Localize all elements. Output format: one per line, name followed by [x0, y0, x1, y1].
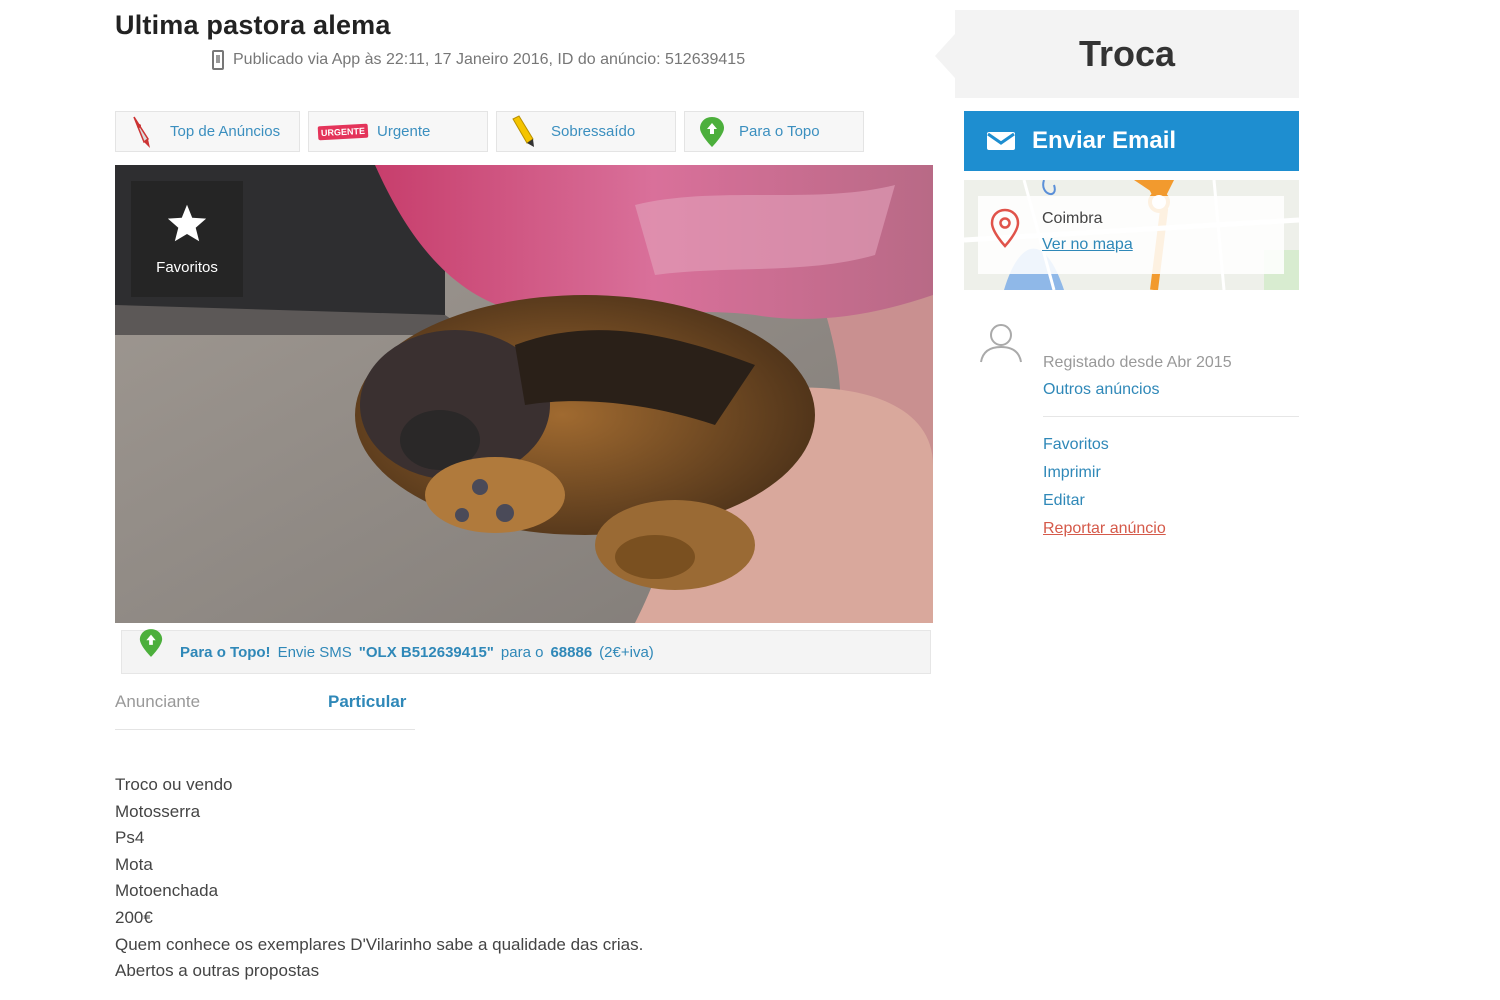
location-pin-icon	[990, 208, 1020, 253]
promotion-bar: Top de Anúncios URGENTE Urgente Sobressa…	[115, 111, 864, 152]
highlighter-icon	[507, 114, 541, 149]
divider	[1043, 416, 1299, 417]
location-city: Coimbra	[1042, 210, 1103, 227]
promo-urgente-button[interactable]: URGENTE Urgente	[308, 111, 488, 152]
sms-text: Envie SMS	[277, 643, 352, 661]
rocket-icon	[126, 115, 160, 149]
add-favorite-link[interactable]: Favoritos	[1043, 436, 1166, 456]
sms-text: para o	[500, 643, 544, 661]
favorite-button[interactable]: Favoritos	[131, 181, 243, 297]
send-email-label: Enviar Email	[1032, 127, 1177, 154]
map-pin-up-icon	[138, 627, 164, 663]
ad-description: Troco ou vendo Motosserra Ps4 Mota Motoe…	[115, 772, 643, 985]
advertiser-value: Particular	[328, 692, 407, 711]
promo-label: Sobressaído	[551, 123, 636, 140]
promo-sobressaido-button[interactable]: Sobressaído	[496, 111, 676, 152]
favorite-label: Favoritos	[156, 258, 218, 276]
ad-meta: Publicado via App às 22:11, 17 Janeiro 2…	[212, 50, 745, 70]
promo-top-anuncios-button[interactable]: Top de Anúncios	[115, 111, 300, 152]
envelope-icon	[987, 132, 1015, 150]
ad-actions: Favoritos Imprimir Editar Reportar anúnc…	[1043, 436, 1166, 540]
description-line: Motoenchada	[115, 881, 219, 901]
map-pin-up-icon	[695, 115, 729, 149]
map-card	[978, 196, 1284, 274]
description-line: Troco ou vendo	[115, 775, 233, 794]
description-line: Motosserra	[115, 801, 201, 821]
sms-promo-bar: Para o Topo! Envie SMS "OLX B512639415" …	[121, 627, 931, 674]
print-link[interactable]: Imprimir	[1043, 464, 1166, 484]
promo-para-o-topo-button[interactable]: Para o Topo	[684, 111, 864, 152]
promo-label: Top de Anúncios	[170, 123, 281, 140]
promo-label: Para o Topo	[739, 123, 820, 140]
ad-type-label: Troca	[1078, 33, 1176, 74]
user-registered-since: Registado desde Abr 2015	[1043, 354, 1232, 371]
ad-title: Ultima pastora alema	[115, 10, 391, 40]
urgent-tag-icon: URGENTE	[317, 115, 369, 149]
sms-price: (2€+iva)	[599, 643, 654, 661]
star-icon	[167, 204, 207, 241]
sms-code: "OLX B512639415"	[358, 643, 494, 661]
sms-lead[interactable]: Para o Topo!	[180, 644, 271, 661]
description-line: Mota	[115, 854, 153, 874]
mobile-phone-icon	[212, 50, 224, 70]
description-line: Ps4	[115, 828, 145, 848]
location-map[interactable]: Coimbra Ver no mapa	[964, 180, 1299, 290]
sms-number: 68886	[550, 643, 593, 661]
report-ad-link[interactable]: Reportar anúncio	[1043, 520, 1166, 540]
ad-meta-text: Publicado via App às 22:11, 17 Janeiro 2…	[233, 51, 746, 68]
other-ads-link[interactable]: Outros anúncios	[1043, 381, 1160, 399]
ad-type-badge: Troca	[935, 10, 1299, 98]
advertiser-label: Anunciante	[115, 692, 201, 711]
user-avatar-icon	[978, 322, 1024, 369]
edit-link[interactable]: Editar	[1043, 492, 1166, 512]
advertiser-row: Anunciante Particular	[115, 692, 415, 730]
promo-label: Urgente	[377, 123, 431, 140]
description-line: 200€	[115, 907, 153, 927]
send-email-button[interactable]: Enviar Email	[964, 111, 1299, 171]
view-map-link[interactable]: Ver no mapa	[1042, 236, 1133, 254]
description-line: Abertos a outras propostas	[115, 961, 320, 981]
description-line: Quem conhece os exemplares D'Vilarinho s…	[115, 934, 644, 954]
